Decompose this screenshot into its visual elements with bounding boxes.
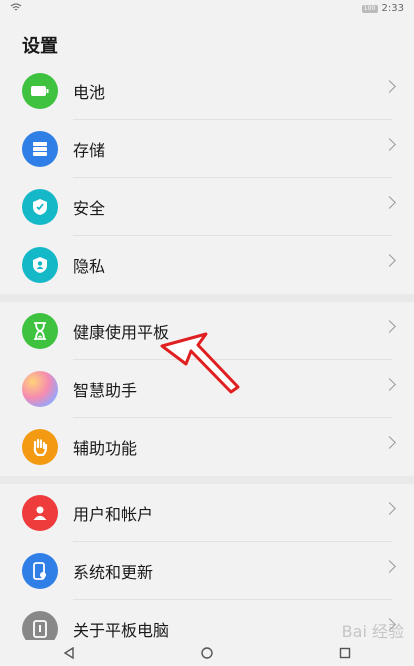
settings-item-users-accounts[interactable]: 用户和帐户	[0, 484, 414, 542]
chevron-right-icon	[383, 436, 396, 449]
shield-icon	[22, 189, 58, 225]
chevron-right-icon	[383, 138, 396, 151]
settings-item-label: 隐私	[73, 257, 106, 276]
navigation-bar	[0, 640, 414, 666]
wifi-icon	[10, 3, 22, 15]
assistant-icon	[22, 371, 58, 407]
settings-item-privacy[interactable]: 隐私	[0, 236, 414, 294]
settings-item-label: 关于平板电脑	[73, 621, 170, 640]
status-bar: 100 2:33	[0, 0, 414, 18]
battery-icon	[22, 73, 58, 109]
chevron-right-icon	[383, 80, 396, 93]
user-icon	[22, 495, 58, 531]
hourglass-icon	[22, 313, 58, 349]
page-title: 设置	[22, 36, 58, 57]
watermark: Bai 经验	[341, 622, 404, 641]
hand-icon	[22, 429, 58, 465]
settings-item-label: 辅助功能	[73, 439, 138, 458]
group-divider	[0, 294, 414, 302]
chevron-right-icon	[383, 378, 396, 391]
settings-item-accessibility[interactable]: 辅助功能	[0, 418, 414, 476]
chevron-right-icon	[383, 254, 396, 267]
storage-icon	[22, 131, 58, 167]
chevron-right-icon	[383, 320, 396, 333]
chevron-right-icon	[383, 560, 396, 573]
settings-item-label: 智慧助手	[73, 381, 138, 400]
settings-item-label: 安全	[73, 199, 106, 218]
settings-item-system-update[interactable]: 系统和更新	[0, 542, 414, 600]
settings-item-security[interactable]: 安全	[0, 178, 414, 236]
back-icon[interactable]	[63, 644, 75, 663]
settings-item-label: 电池	[73, 83, 106, 102]
privacy-icon	[22, 247, 58, 283]
chevron-right-icon	[383, 502, 396, 515]
settings-item-label: 系统和更新	[73, 563, 154, 582]
annotation-arrow	[160, 332, 240, 394]
chevron-right-icon	[383, 196, 396, 209]
settings-item-label: 健康使用平板	[73, 323, 170, 342]
battery-indicator: 100	[361, 4, 378, 13]
settings-item-storage[interactable]: 存储	[0, 120, 414, 178]
settings-group-1: 电池 存储 安全 隐私	[0, 62, 414, 294]
recents-icon[interactable]	[339, 644, 351, 663]
settings-item-label: 存储	[73, 141, 106, 160]
system-update-icon	[22, 553, 58, 589]
group-divider	[0, 476, 414, 484]
clock: 2:33	[381, 3, 404, 14]
settings-item-label: 用户和帐户	[73, 505, 154, 524]
settings-item-battery[interactable]: 电池	[0, 62, 414, 120]
home-icon[interactable]	[201, 644, 213, 663]
